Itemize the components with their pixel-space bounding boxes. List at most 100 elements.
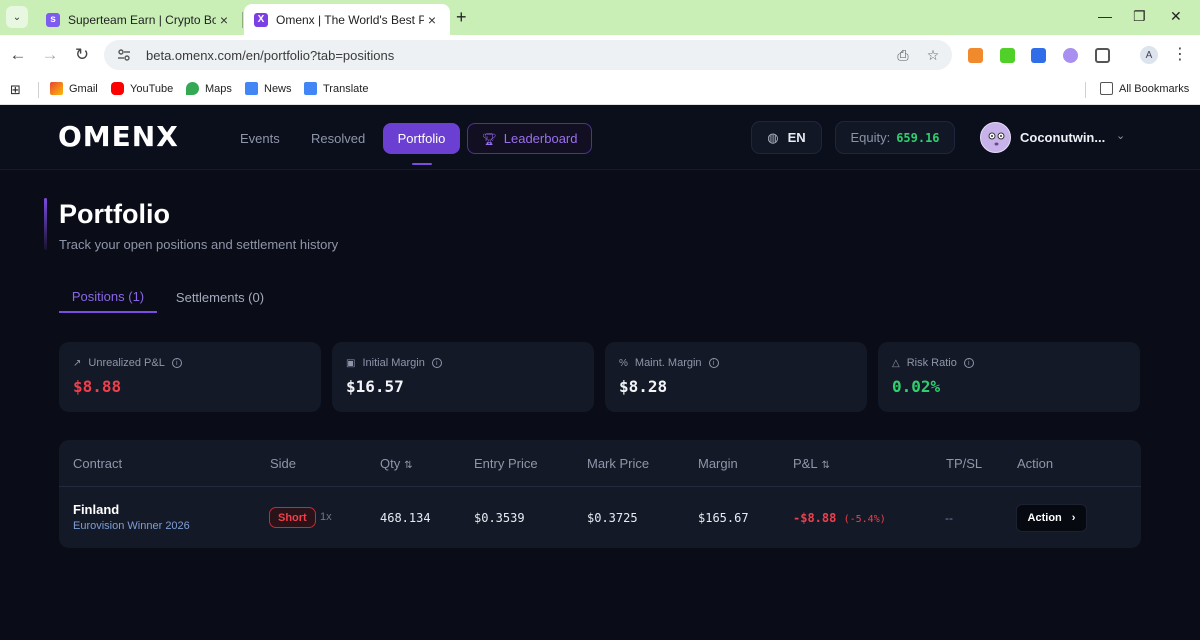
restore-icon[interactable]: ❐ xyxy=(1133,8,1146,25)
column-header-qty[interactable]: Qty ⇅ xyxy=(380,456,413,471)
column-header-side: Side xyxy=(270,456,297,471)
trophy-icon: 🏆︎ xyxy=(481,131,497,146)
gmail-icon xyxy=(50,82,63,95)
pnl-value: -$8.88 (-5.4%) xyxy=(793,511,886,525)
sort-icon[interactable]: ⇅ xyxy=(822,460,830,471)
metamask-extension-icon[interactable] xyxy=(968,48,983,63)
column-header-margin: Margin xyxy=(698,456,738,471)
percent-icon: % xyxy=(619,357,628,369)
bookmark-label: News xyxy=(264,82,292,95)
browser-tab-omenx[interactable]: X Omenx | The World's Best Prediction × xyxy=(244,4,450,35)
omenx-favicon-icon: X xyxy=(254,12,268,27)
equity-badge: Equity: 659.16 xyxy=(835,121,955,154)
warning-triangle-icon: △ xyxy=(892,357,900,369)
blue-extension-icon[interactable] xyxy=(1031,48,1046,63)
extensions-puzzle-icon[interactable] xyxy=(1095,48,1110,63)
close-icon[interactable]: × xyxy=(216,12,232,28)
bookmarks-separator xyxy=(1085,82,1086,98)
nav-events[interactable]: Events xyxy=(240,123,280,154)
trending-up-icon: ↗ xyxy=(73,357,82,369)
nav-portfolio[interactable]: Portfolio xyxy=(383,123,460,154)
avatar-face-icon xyxy=(988,132,1005,146)
bookmark-maps[interactable]: Maps xyxy=(186,82,232,95)
column-header-action: Action xyxy=(1017,456,1054,471)
qty-value: 468.134 xyxy=(380,511,431,525)
side-badge: Short xyxy=(269,507,316,528)
stat-card-unrealized-pnl: ↗ Unrealized P&L i $8.88 xyxy=(59,342,321,412)
stat-value: 0.02% xyxy=(892,377,941,396)
url-text: beta.omenx.com/en/portfolio?tab=position… xyxy=(146,47,395,63)
stat-value: $16.57 xyxy=(346,377,404,396)
chevron-right-icon: › xyxy=(1071,512,1076,524)
positions-table: Contract Side Qty ⇅ Entry Price Mark Pric… xyxy=(59,440,1141,548)
bookmark-news[interactable]: News xyxy=(245,82,292,95)
stat-label: Initial Margin xyxy=(362,357,425,369)
site-info-icon[interactable] xyxy=(116,47,132,63)
table-row[interactable]: Finland Eurovision Winner 2026 Short 1x … xyxy=(59,487,1141,548)
info-icon[interactable]: i xyxy=(708,358,719,368)
install-app-icon[interactable]: ⎙ xyxy=(892,47,914,64)
bookmark-gmail[interactable]: Gmail xyxy=(50,82,98,95)
chevron-down-icon: ⌄ xyxy=(12,11,22,23)
tab-search-button[interactable]: ⌄ xyxy=(6,6,28,28)
language-selector[interactable]: ◍ EN xyxy=(751,121,822,154)
omenx-logo[interactable]: OMENX xyxy=(58,120,179,153)
new-tab-button[interactable]: + xyxy=(456,7,467,28)
column-header-pnl[interactable]: P&L ⇅ xyxy=(793,456,830,471)
bookmark-translate[interactable]: Translate xyxy=(304,82,368,95)
close-icon[interactable]: × xyxy=(424,12,440,28)
maps-pin-icon xyxy=(186,82,199,95)
username[interactable]: Coconutwin... xyxy=(1020,130,1105,145)
green-extension-icon[interactable] xyxy=(1000,48,1015,63)
forward-arrow-icon[interactable]: → xyxy=(40,45,60,65)
stat-value: $8.88 xyxy=(73,377,122,396)
sort-icon[interactable]: ⇅ xyxy=(404,460,412,471)
stat-label: Unrealized P&L xyxy=(88,357,165,369)
all-bookmarks[interactable]: All Bookmarks xyxy=(1100,82,1189,95)
stat-card-risk-ratio: △ Risk Ratio i 0.02% xyxy=(878,342,1140,412)
reload-icon[interactable]: ↻ xyxy=(72,45,92,65)
action-button[interactable]: Action › xyxy=(1016,504,1087,532)
bookmark-star-icon[interactable]: ☆ xyxy=(922,47,944,64)
bookmark-youtube[interactable]: YouTube xyxy=(111,82,173,95)
portfolio-tabs: Positions (1) Settlements (0) xyxy=(59,282,1141,313)
browser-tab-superteam[interactable]: s Superteam Earn | Crypto Bounties × xyxy=(36,4,242,35)
stat-label: Risk Ratio xyxy=(906,357,957,369)
globe-icon: ◍ xyxy=(767,129,779,145)
nav-resolved[interactable]: Resolved xyxy=(311,123,365,154)
profile-avatar[interactable]: A xyxy=(1140,46,1158,64)
info-icon[interactable]: i xyxy=(963,358,974,368)
wallet-icon: ▣ xyxy=(346,357,356,369)
table-header: Contract Side Qty ⇅ Entry Price Mark Pric… xyxy=(59,440,1141,487)
info-icon[interactable]: i xyxy=(431,358,442,368)
contract-market[interactable]: Eurovision Winner 2026 xyxy=(73,520,190,532)
back-arrow-icon[interactable]: ← xyxy=(8,45,28,65)
tab-settlements[interactable]: Settlements (0) xyxy=(167,282,273,313)
minimize-icon[interactable]: — xyxy=(1098,8,1112,24)
nav-leaderboard-label: Leaderboard xyxy=(503,131,578,146)
stat-card-initial-margin: ▣ Initial Margin i $16.57 xyxy=(332,342,594,412)
page-title: Portfolio xyxy=(59,199,170,229)
apps-grid-icon[interactable]: ⊞ xyxy=(10,82,21,98)
all-bookmarks-label: All Bookmarks xyxy=(1119,82,1190,95)
youtube-icon xyxy=(111,82,124,95)
nav-leaderboard[interactable]: 🏆︎ Leaderboard xyxy=(467,123,592,154)
mark-price-value: $0.3725 xyxy=(587,511,638,525)
more-menu-icon[interactable]: ⋮ xyxy=(1172,44,1188,64)
tab-divider xyxy=(242,12,243,28)
contract-name[interactable]: Finland xyxy=(73,502,119,517)
ghost-extension-icon[interactable] xyxy=(1063,48,1078,63)
user-avatar[interactable] xyxy=(980,122,1011,153)
tab-positions[interactable]: Positions (1) xyxy=(59,282,157,313)
info-icon[interactable]: i xyxy=(171,358,182,368)
stat-card-maint-margin: % Maint. Margin i $8.28 xyxy=(605,342,867,412)
leverage-label: 1x xyxy=(320,511,332,523)
window-close-icon[interactable]: ✕ xyxy=(1170,8,1182,25)
chevron-down-icon[interactable]: ⌄ xyxy=(1116,129,1125,142)
tpsl-value: -- xyxy=(945,511,953,525)
column-header-contract: Contract xyxy=(73,456,123,471)
column-header-pnl-label: P&L xyxy=(793,456,818,471)
column-header-entry-price: Entry Price xyxy=(474,456,538,471)
bookmarks-bar: ⊞ Gmail YouTube Maps News Translate All … xyxy=(0,75,1200,105)
address-bar[interactable]: beta.omenx.com/en/portfolio?tab=position… xyxy=(104,40,952,70)
